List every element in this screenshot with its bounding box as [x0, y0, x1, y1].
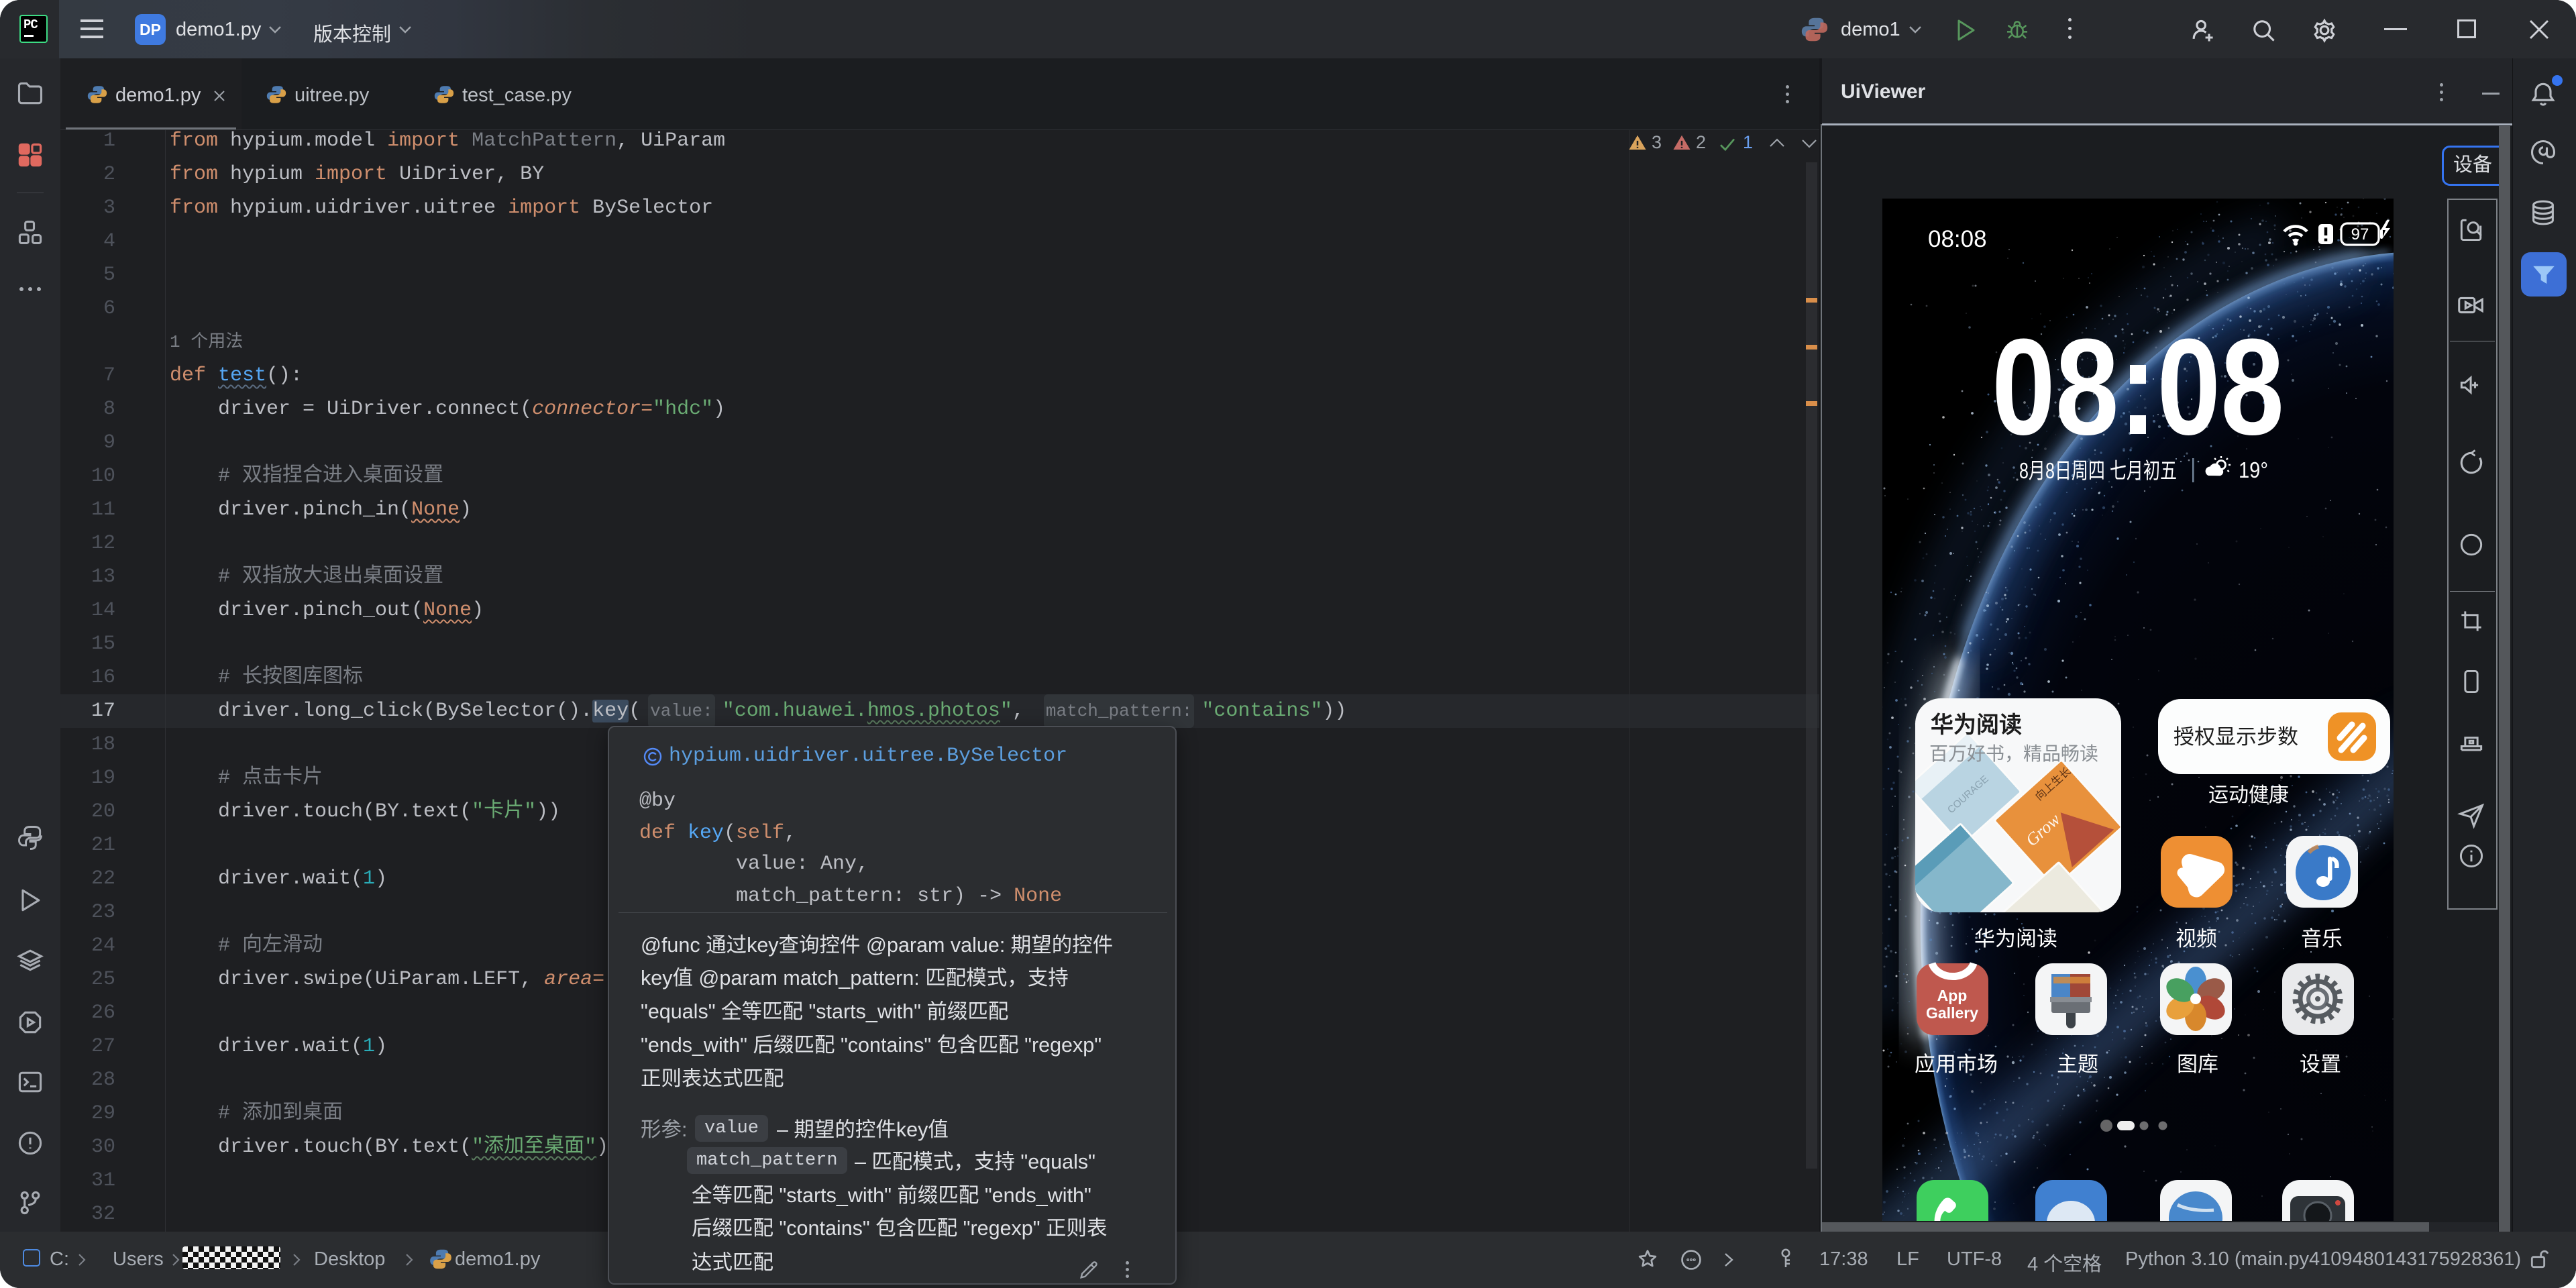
svg-text:百万好书，精品畅读: 百万好书，精品畅读 [1929, 743, 2098, 764]
svg-text:图库: 图库 [2177, 1053, 2218, 1076]
svg-text:运动健康: 运动健康 [2208, 784, 2289, 806]
svg-text:音乐: 音乐 [2301, 927, 2343, 951]
svg-text:设置: 设置 [2300, 1053, 2341, 1076]
svg-text:App: App [1937, 987, 1968, 1004]
svg-text:华为阅读: 华为阅读 [1974, 927, 2057, 951]
svg-text:视频: 视频 [2176, 927, 2217, 951]
svg-text:华为阅读: 华为阅读 [1931, 712, 2022, 738]
svg-text:8月8日周四 七月初五: 8月8日周四 七月初五 [2019, 458, 2177, 483]
svg-text:19°: 19° [2239, 458, 2268, 482]
svg-text:08:08: 08:08 [1928, 226, 1987, 252]
svg-text:应用市场: 应用市场 [1915, 1053, 1998, 1076]
svg-text:97: 97 [2351, 225, 2369, 244]
svg-text:授权显示步数: 授权显示步数 [2174, 725, 2298, 749]
svg-text:主题: 主题 [2057, 1053, 2098, 1076]
svg-text:08:08: 08:08 [1992, 311, 2284, 464]
svg-text:Gallery: Gallery [1926, 1004, 1978, 1022]
